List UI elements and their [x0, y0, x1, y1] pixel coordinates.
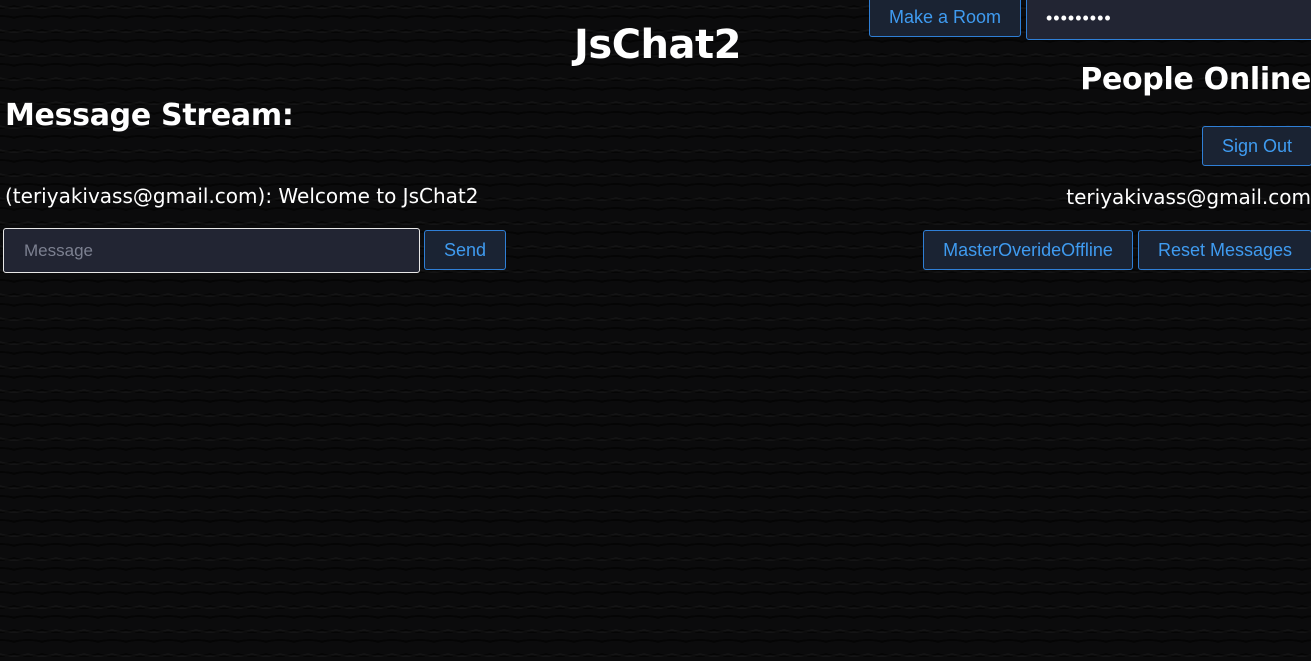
app-title: JsChat2 [574, 22, 741, 68]
room-password-input[interactable] [1026, 0, 1311, 40]
make-room-button[interactable]: Make a Room [869, 0, 1021, 37]
master-override-offline-button[interactable]: MasterOverideOffline [923, 230, 1133, 270]
sign-out-button[interactable]: Sign Out [1202, 126, 1311, 166]
people-online-heading: People Online [1080, 62, 1311, 97]
reset-messages-button[interactable]: Reset Messages [1138, 230, 1311, 270]
message-input[interactable] [3, 228, 420, 273]
online-user-item: teriyakivass@gmail.com [1066, 185, 1311, 209]
message-stream-heading: Message Stream: [5, 98, 294, 133]
message-item: (teriyakivass@gmail.com): Welcome to JsC… [5, 184, 479, 208]
send-button[interactable]: Send [424, 230, 506, 270]
